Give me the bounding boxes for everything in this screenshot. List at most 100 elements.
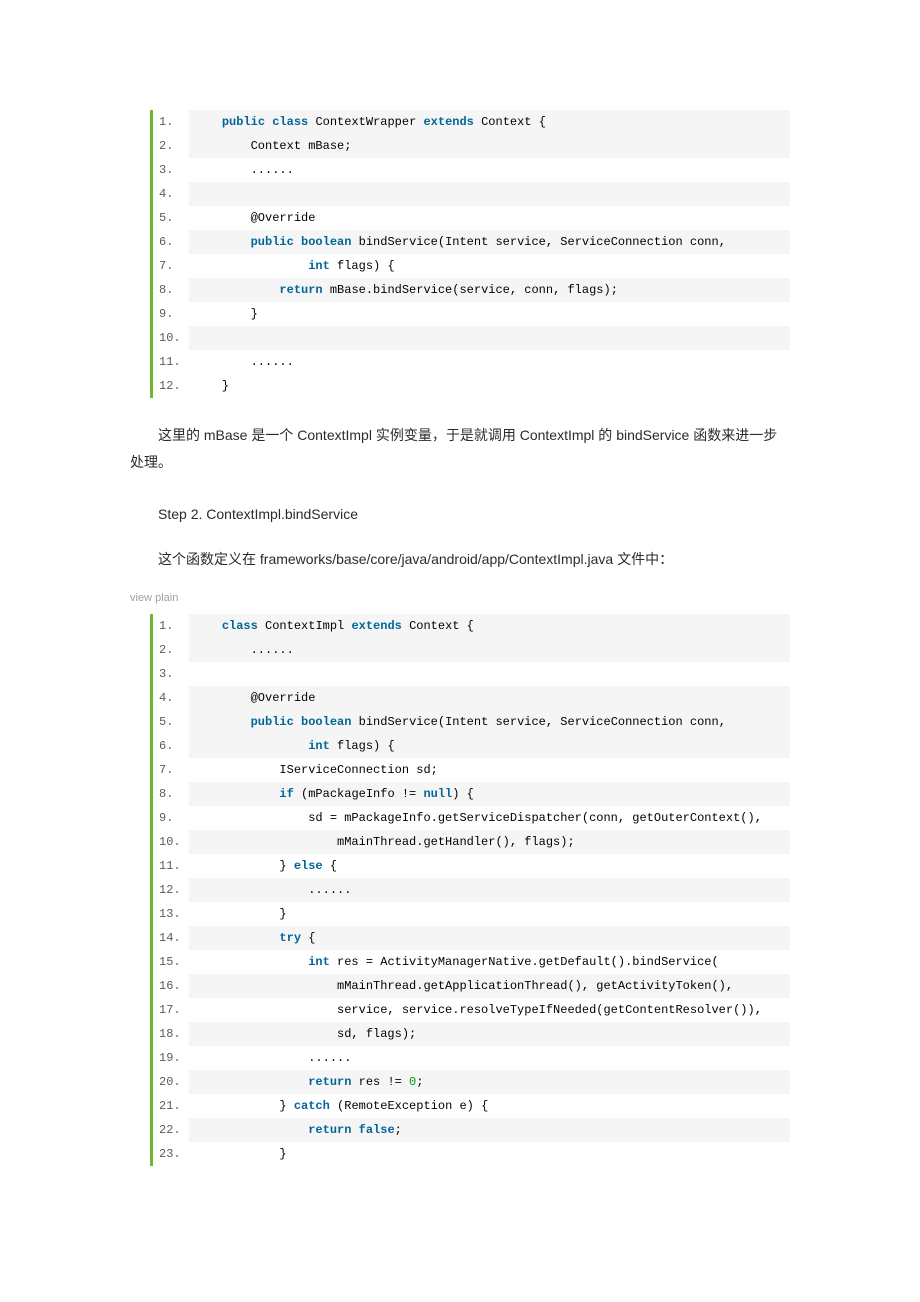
code-content: @Override [189,206,790,230]
line-number: 10. [153,326,189,350]
code-line: 8. return mBase.bindService(service, con… [153,278,790,302]
code-content: sd = mPackageInfo.getServiceDispatcher(c… [189,806,790,830]
line-number: 5. [153,206,189,230]
code-content: sd, flags); [189,1022,790,1046]
code-content: } [189,374,790,398]
document-page: 1. public class ContextWrapper extends C… [0,0,920,1302]
code-content: public boolean bindService(Intent servic… [189,710,790,734]
line-number: 10. [153,830,189,854]
code-block-1: 1. public class ContextWrapper extends C… [150,110,790,398]
code-content: IServiceConnection sd; [189,758,790,782]
code-line: 9. sd = mPackageInfo.getServiceDispatche… [153,806,790,830]
line-number: 19. [153,1046,189,1070]
code-content: ...... [189,1046,790,1070]
code-block-2: 1. class ContextImpl extends Context { 2… [150,614,790,1166]
code-line: 4. @Override [153,686,790,710]
line-number: 9. [153,302,189,326]
code-line: 14. try { [153,926,790,950]
code-line: 22. return false; [153,1118,790,1142]
code-line: 3. [153,662,790,686]
code-content: ...... [189,878,790,902]
code-line: 7. int flags) { [153,254,790,278]
line-number: 7. [153,758,189,782]
line-number: 14. [153,926,189,950]
step-heading: Step 2. ContextImpl.bindService [130,501,790,528]
line-number: 11. [153,350,189,374]
code-line: 11. } else { [153,854,790,878]
line-number: 3. [153,158,189,182]
code-line: 6. public boolean bindService(Intent ser… [153,230,790,254]
code-line: 15. int res = ActivityManagerNative.getD… [153,950,790,974]
line-number: 5. [153,710,189,734]
code-content: public class ContextWrapper extends Cont… [189,110,790,134]
view-link[interactable]: view [130,592,152,604]
line-number: 20. [153,1070,189,1094]
line-number: 8. [153,278,189,302]
plain-link[interactable]: plain [155,592,178,604]
line-number: 15. [153,950,189,974]
code-content [189,662,790,686]
code-line: 13. } [153,902,790,926]
line-number: 12. [153,878,189,902]
code-content: ...... [189,350,790,374]
code-line: 6. int flags) { [153,734,790,758]
line-number: 6. [153,734,189,758]
line-number: 18. [153,1022,189,1046]
line-number: 4. [153,182,189,206]
line-number: 13. [153,902,189,926]
line-number: 21. [153,1094,189,1118]
line-number: 23. [153,1142,189,1166]
paragraph-1: 这里的 mBase 是一个 ContextImpl 实例变量，于是就调用 Con… [130,422,790,475]
code-line: 1. class ContextImpl extends Context { [153,614,790,638]
code-line: 2. Context mBase; [153,134,790,158]
code-content: int flags) { [189,734,790,758]
code-content: ...... [189,158,790,182]
code-content: ...... [189,638,790,662]
code-line: 10. mMainThread.getHandler(), flags); [153,830,790,854]
code-line: 7. IServiceConnection sd; [153,758,790,782]
code-line: 20. return res != 0; [153,1070,790,1094]
code-line: 19. ...... [153,1046,790,1070]
line-number: 4. [153,686,189,710]
code-line: 3. ...... [153,158,790,182]
code-line: 2. ...... [153,638,790,662]
line-number: 17. [153,998,189,1022]
code-line: 18. sd, flags); [153,1022,790,1046]
code-line: 4. [153,182,790,206]
line-number: 8. [153,782,189,806]
code-line: 5. public boolean bindService(Intent ser… [153,710,790,734]
line-number: 1. [153,110,189,134]
code-content: } [189,1142,790,1166]
code-content [189,182,790,206]
code-line: 9. } [153,302,790,326]
code-content: } [189,302,790,326]
code-line: 10. [153,326,790,350]
code-content: service, service.resolveTypeIfNeeded(get… [189,998,790,1022]
code-line: 17. service, service.resolveTypeIfNeeded… [153,998,790,1022]
code-line: 21. } catch (RemoteException e) { [153,1094,790,1118]
code-content: } catch (RemoteException e) { [189,1094,790,1118]
line-number: 3. [153,662,189,686]
paragraph-2: 这个函数定义在 frameworks/base/core/java/androi… [130,546,790,573]
code-content: public boolean bindService(Intent servic… [189,230,790,254]
code-content: return false; [189,1118,790,1142]
line-number: 2. [153,638,189,662]
line-number: 12. [153,374,189,398]
code-line: 5. @Override [153,206,790,230]
code-line: 1. public class ContextWrapper extends C… [153,110,790,134]
code-content: try { [189,926,790,950]
code-content [189,326,790,350]
code-content: int res = ActivityManagerNative.getDefau… [189,950,790,974]
line-number: 7. [153,254,189,278]
code-content: mMainThread.getHandler(), flags); [189,830,790,854]
code-line: 11. ...... [153,350,790,374]
code-content: if (mPackageInfo != null) { [189,782,790,806]
code-content: return mBase.bindService(service, conn, … [189,278,790,302]
line-number: 16. [153,974,189,998]
code-content: mMainThread.getApplicationThread(), getA… [189,974,790,998]
code-content: return res != 0; [189,1070,790,1094]
code-content: Context mBase; [189,134,790,158]
line-number: 22. [153,1118,189,1142]
code-line: 12. ...... [153,878,790,902]
line-number: 2. [153,134,189,158]
